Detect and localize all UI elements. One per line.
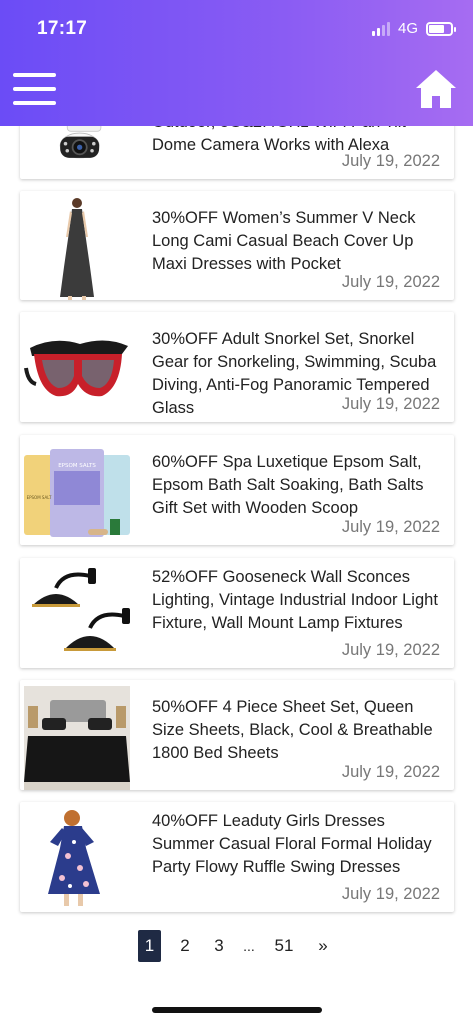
page-next[interactable]: » (314, 930, 332, 962)
salt-label: EPSOM SALTS (58, 463, 96, 469)
floral-dress-thumbnail (48, 810, 100, 906)
product-card-wall-sconces[interactable]: 52%OFF Gooseneck Wall Sconces Lighting, … (20, 558, 454, 668)
page-current[interactable]: 1 (138, 930, 161, 962)
product-card-epsom-salt[interactable]: EPSOM SALTS EPSOM SALT 60%OFF Spa Luxeti… (20, 435, 454, 545)
network-type: 4G (397, 20, 418, 37)
snorkel-mask-thumbnail (24, 340, 128, 397)
product-card-dress[interactable]: 30%OFF Women’s Summer V Neck Long Cami C… (20, 191, 454, 300)
status-time: 17:17 (37, 18, 88, 39)
wall-sconce-thumbnail (32, 568, 130, 651)
pagination: 1 2 3 ... 51 » (0, 930, 473, 962)
product-card-sheet-set[interactable]: 50%OFF 4 Piece Sheet Set, Queen Size She… (20, 680, 454, 790)
status-indicators: 4G (371, 20, 456, 37)
signal-icon (371, 21, 390, 36)
product-title[interactable]: 40%OFF Leaduty Girls Dresses Summer Casu… (152, 810, 444, 879)
epsom-salt-thumbnail: EPSOM SALTS EPSOM SALT (24, 449, 130, 537)
hamburger-menu-button[interactable] (13, 73, 57, 105)
product-date: July 19, 2022 (341, 885, 440, 903)
page-3[interactable]: 3 (210, 930, 228, 962)
product-title[interactable]: 60%OFF Spa Luxetique Epsom Salt, Epsom B… (152, 451, 444, 520)
product-card-girls-dress[interactable]: 40%OFF Leaduty Girls Dresses Summer Casu… (20, 802, 454, 912)
bed-sheets-thumbnail (24, 686, 130, 790)
salt-label-left: EPSOM SALT (27, 495, 52, 500)
app-header: 17:17 4G (0, 0, 473, 126)
product-card-snorkel[interactable]: 30%OFF Adult Snorkel Set, Snorkel Gear f… (20, 312, 454, 422)
home-indicator (152, 1007, 322, 1013)
product-title[interactable]: 52%OFF Gooseneck Wall Sconces Lighting, … (152, 566, 444, 635)
product-title[interactable]: 50%OFF 4 Piece Sheet Set, Queen Size She… (152, 696, 444, 765)
product-title[interactable]: 30%OFF Women’s Summer V Neck Long Cami C… (152, 207, 444, 276)
product-date: July 19, 2022 (341, 273, 440, 291)
battery-icon (426, 21, 456, 36)
maxi-dress-thumbnail (60, 198, 94, 300)
page-2[interactable]: 2 (176, 930, 194, 962)
product-date: July 19, 2022 (341, 518, 440, 536)
product-date: July 19, 2022 (341, 763, 440, 781)
product-date: July 19, 2022 (341, 641, 440, 659)
home-icon[interactable] (414, 68, 458, 110)
product-date: July 19, 2022 (341, 152, 440, 170)
product-date: July 19, 2022 (341, 395, 440, 413)
page-ellipsis: ... (243, 938, 255, 954)
page-last[interactable]: 51 (270, 930, 298, 962)
